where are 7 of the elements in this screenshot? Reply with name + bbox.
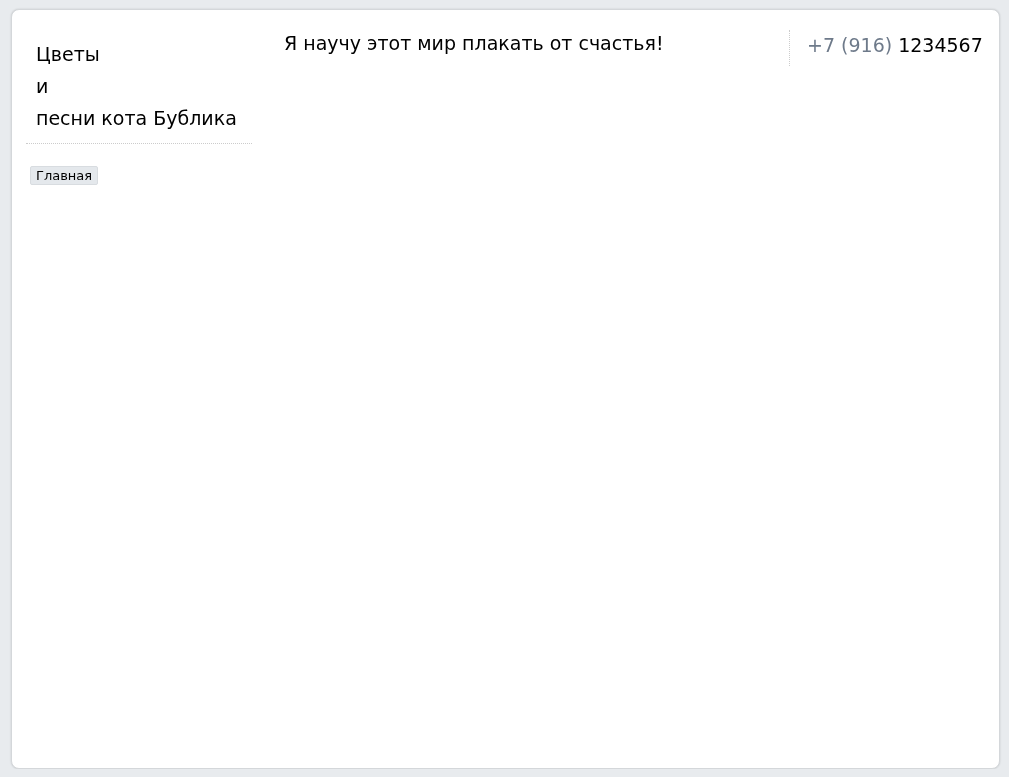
site-title: песни кота Бублика: [36, 106, 238, 131]
site-title: Цветы: [36, 42, 101, 67]
phone-number: 1234567: [898, 34, 983, 58]
nav-link[interactable]: Главная: [30, 166, 99, 185]
phone-code: +7 (916): [807, 34, 893, 58]
slogan: Я научу этот мир плакать от счастья!: [284, 32, 664, 54]
site-title: и: [36, 74, 50, 99]
